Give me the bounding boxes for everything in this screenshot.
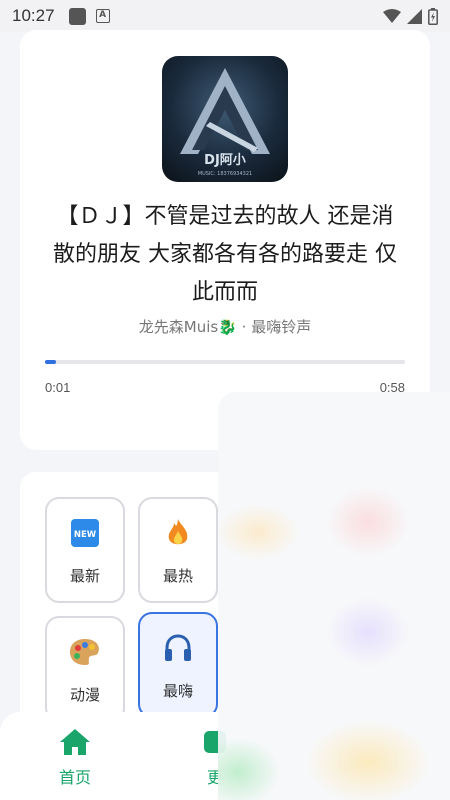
category-hottest[interactable]: 最热: [138, 497, 218, 603]
category-label: 动漫: [69, 686, 100, 704]
category-label: 最嗨: [162, 682, 193, 700]
category-label: 最新: [69, 567, 100, 585]
cover-art: DJ阿小 MUSIC: 18376934321: [180, 68, 270, 177]
category-anime[interactable]: 动漫: [45, 616, 125, 722]
blur-overlay: [218, 392, 450, 800]
album-cover[interactable]: DJ阿小 MUSIC: 18376934321: [162, 56, 288, 182]
wifi-icon: [383, 9, 401, 23]
notification-icon: [68, 7, 86, 25]
song-title: 【ＤＪ】不管是过去的故人 还是消散的朋友 大家都各有各的路要走 仅此而而: [53, 204, 397, 305]
tab-home[interactable]: 首页: [30, 712, 120, 800]
status-time: 10:27: [12, 6, 55, 25]
battery-icon: [428, 7, 438, 25]
song-category[interactable]: 最嗨铃声: [251, 318, 311, 336]
progress-fill: [45, 360, 56, 364]
category-hype[interactable]: 最嗨: [138, 612, 218, 718]
category-label: 最热: [162, 567, 193, 585]
player-card: DJ阿小 MUSIC: 18376934321 【ＤＪ】不管是过去的故人 还是消…: [20, 30, 430, 450]
progress-slider[interactable]: [45, 360, 405, 364]
tab-label: 首页: [58, 768, 91, 787]
fire-icon: [140, 517, 216, 549]
artist-name[interactable]: 龙先森Muis🐉: [139, 318, 237, 336]
current-time: 0:01: [45, 380, 71, 395]
palette-icon: [47, 636, 123, 668]
svg-text:NEW: NEW: [74, 530, 97, 540]
home-icon: [30, 726, 120, 758]
cover-title: DJ阿小: [204, 153, 246, 168]
meta-separator: ·: [236, 318, 252, 336]
headphones-icon: [140, 632, 216, 664]
cover-subtitle: MUSIC: 18376934321: [198, 171, 252, 177]
song-meta: 龙先森Muis🐉 · 最嗨铃声: [20, 316, 430, 337]
category-newest[interactable]: NEW 最新: [45, 497, 125, 603]
status-bar: 10:27 A: [0, 0, 450, 32]
signal-icon: [407, 8, 422, 24]
new-icon: NEW: [47, 517, 123, 549]
keyboard-a-icon: A: [95, 9, 110, 23]
